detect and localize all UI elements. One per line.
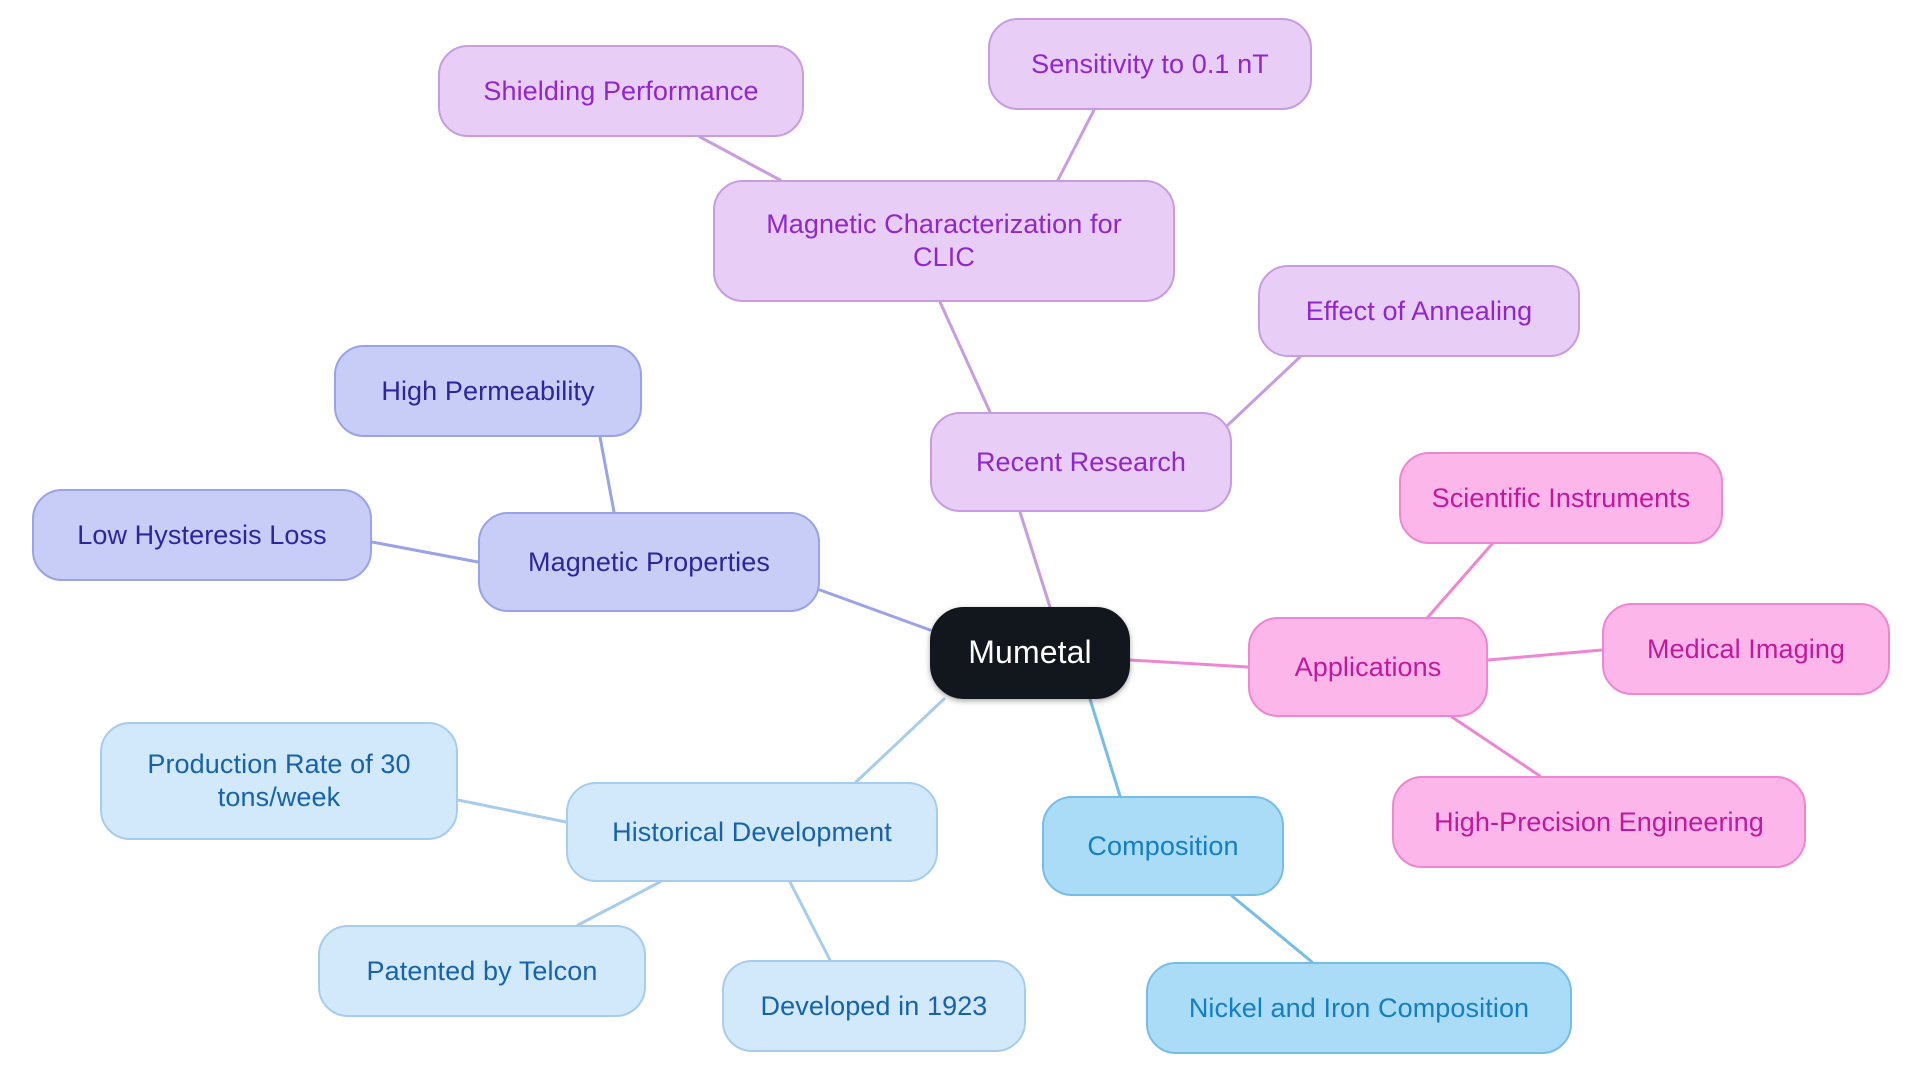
mindmap-leaf-node-scientific-instruments[interactable]: Scientific Instruments <box>1399 452 1723 544</box>
mindmap-leaf-node-nickel-and-iron-composition[interactable]: Nickel and Iron Composition <box>1146 962 1572 1054</box>
edge-magnetic-properties-high-permeability <box>598 435 616 514</box>
edge-recent-research-magnetic-characterization <box>938 300 992 414</box>
edge-applications-scientific-instruments <box>1426 542 1494 619</box>
mindmap-canvas: Mumetal Magnetic Properties High Permeabil… <box>0 0 1920 1083</box>
mindmap-branch-node-magnetic-properties[interactable]: Magnetic Properties <box>478 512 820 612</box>
edge-root-magnetic-properties <box>818 588 932 632</box>
edge-root-composition <box>1088 697 1122 798</box>
mindmap-leaf-node-shielding-performance[interactable]: Shielding Performance <box>438 45 804 137</box>
edge-applications-high-precision <box>1450 715 1542 778</box>
edge-root-historical-development <box>854 697 946 784</box>
edge-historical-production-rate <box>456 798 568 824</box>
mindmap-leaf-node-low-hysteresis-loss[interactable]: Low Hysteresis Loss <box>32 489 372 581</box>
mindmap-leaf-node-sensitivity-to-0-1-nt[interactable]: Sensitivity to 0.1 nT <box>988 18 1312 110</box>
mindmap-leaf-node-effect-of-annealing[interactable]: Effect of Annealing <box>1258 265 1580 357</box>
edge-composition-nickel-iron <box>1230 894 1314 964</box>
edge-magnetic-characterization-shielding <box>698 135 782 182</box>
mindmap-branch-node-recent-research[interactable]: Recent Research <box>930 412 1232 512</box>
edge-root-applications <box>1128 658 1250 669</box>
edge-magnetic-properties-low-hysteresis-loss <box>370 540 480 564</box>
edge-applications-medical-imaging <box>1486 648 1604 662</box>
edge-root-recent-research <box>1018 510 1052 609</box>
mindmap-leaf-node-developed-in-1923[interactable]: Developed in 1923 <box>722 960 1026 1052</box>
mindmap-leaf-node-production-rate-of-30-tons-week[interactable]: Production Rate of 30 tons/week <box>100 722 458 840</box>
mindmap-branch-node-applications[interactable]: Applications <box>1248 617 1488 717</box>
mindmap-leaf-node-magnetic-characterization-for-clic[interactable]: Magnetic Characterization for CLIC <box>713 180 1175 302</box>
mindmap-branch-node-historical-development[interactable]: Historical Development <box>566 782 938 882</box>
mindmap-leaf-node-high-permeability[interactable]: High Permeability <box>334 345 642 437</box>
mindmap-root-node-mumetal[interactable]: Mumetal <box>930 607 1130 699</box>
edge-magnetic-characterization-sensitivity <box>1056 108 1096 182</box>
edge-historical-patented <box>576 880 662 927</box>
mindmap-leaf-node-patented-by-telcon[interactable]: Patented by Telcon <box>318 925 646 1017</box>
mindmap-branch-node-composition[interactable]: Composition <box>1042 796 1284 896</box>
mindmap-leaf-node-high-precision-engineering[interactable]: High-Precision Engineering <box>1392 776 1806 868</box>
mindmap-leaf-node-medical-imaging[interactable]: Medical Imaging <box>1602 603 1890 695</box>
edge-historical-developed-1923 <box>788 880 832 962</box>
